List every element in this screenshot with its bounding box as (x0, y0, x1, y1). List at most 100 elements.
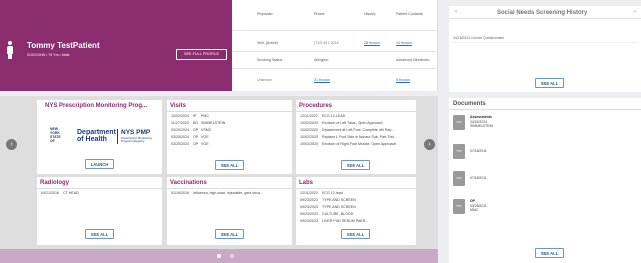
see-full-profile-button[interactable]: SEE FULL PROFILE (176, 49, 227, 60)
divider (232, 30, 438, 31)
radiology-tile: Radiology 04/21/2016 CT HEAD SEE ALL (37, 177, 162, 245)
document-icon[interactable]: TXT (453, 144, 465, 159)
history-link[interactable]: 28 Known (364, 41, 380, 45)
list-item[interactable]: 03/25/2024 OP VOE (171, 142, 209, 146)
row-date: 01/19/2016 (171, 191, 189, 195)
divider (296, 111, 416, 112)
document-item[interactable]: 07/18/2011 (470, 149, 487, 154)
carousel-dot-active[interactable] (217, 254, 221, 258)
row-date: 04/21/2016 (41, 191, 59, 195)
divider (167, 111, 292, 112)
chevron-left-icon[interactable]: ‹ (455, 9, 457, 15)
row-desc: SIMMELSTEIN (201, 121, 226, 125)
list-item[interactable]: 09/23/2023 TYPE AND SCREEN (300, 198, 356, 202)
row-date: 11/27/2023 (171, 121, 189, 125)
list-item[interactable]: 09/23/2023 LIVER FUD SERUM PAER... (300, 219, 368, 223)
row-date: 09/23/2023 (300, 198, 318, 202)
row-desc: VSMC (201, 128, 212, 132)
documents-see-all-button[interactable]: SEE ALL (535, 248, 564, 258)
document-line: 07/18/2011 (470, 149, 487, 153)
procedures-title: Procedures (299, 103, 333, 109)
smoking-status-label: Smoking Status: (257, 58, 284, 62)
document-line: SIMMELSTEIN (470, 124, 493, 129)
document-icon[interactable]: TXT (453, 199, 465, 214)
vaccinations-tile: Vaccinations 01/19/2016 Influenza, high d… (167, 177, 292, 245)
divider (232, 51, 438, 52)
vaccinations-see-all-button[interactable]: SEE ALL (215, 229, 244, 239)
row-desc: CULTURE, BLOOD (322, 212, 354, 216)
list-item[interactable]: 12/11/2022 ECG 12-LEAD (300, 114, 345, 118)
allergies-label: Allergies: (314, 58, 329, 62)
social-needs-see-all-button[interactable]: SEE ALL (535, 78, 564, 88)
row-code: BO (193, 121, 199, 125)
document-icon[interactable]: TXT (453, 115, 465, 130)
row-code: OP (193, 128, 199, 132)
row-date: 09/23/2023 (300, 219, 318, 223)
allergies-link[interactable]: 21 Known (314, 78, 330, 82)
document-item[interactable]: 07/18/2011 (470, 176, 487, 181)
advanced-directives-label: Advanced Directives: (396, 58, 430, 62)
smoking-status-value: Unknown (257, 78, 272, 82)
pmp-launch-button[interactable]: LAUNCH (85, 159, 114, 169)
phone-label: Phone: (314, 12, 326, 16)
divider (449, 109, 641, 110)
advanced-directives-link[interactable]: 5 Known (396, 78, 410, 82)
row-code: OP (193, 135, 199, 139)
row-desc: LIVER FUD SERUM PAER... (322, 219, 369, 223)
patient-banner: Tommy TestPatient 01/01/1945 • 79 Yrs • … (0, 0, 232, 91)
row-date: 12/11/2023 (300, 191, 318, 195)
patient-name: Tommy TestPatient (27, 41, 100, 50)
visits-tile: Visits 10/02/2024 IP PMC 11/27/2023 BO SIMMEL… (167, 100, 292, 174)
patient-contacts-link[interactable]: 10 Known (396, 41, 412, 45)
visits-see-all-button[interactable]: SEE ALL (215, 160, 244, 170)
documents-panel: Documents TXT Assessments 04/24/2024 SIMMEL… (449, 98, 641, 263)
patient-contacts-label: Patient Contacts: (396, 12, 424, 16)
row-date: 10/02/2020 (300, 121, 318, 125)
radiology-see-all-button[interactable]: SEE ALL (85, 229, 114, 239)
document-line: Assessments (470, 115, 492, 119)
row-date: 03/25/2024 (171, 135, 189, 139)
row-desc: VOE (201, 135, 209, 139)
visits-title: Visits (170, 103, 186, 109)
carousel-dot[interactable] (230, 254, 234, 258)
row-desc: ECG 12-lead (322, 191, 343, 195)
labs-see-all-button[interactable]: SEE ALL (341, 229, 370, 239)
list-item[interactable]: 10/02/2020 Detachment at Left Foot, Compl… (300, 128, 394, 132)
carousel-next-icon[interactable]: › (424, 139, 435, 150)
list-item[interactable]: 10/02/2020 Replace L Foot Skin w Nonaut S… (300, 135, 397, 139)
divider (37, 188, 162, 189)
row-code: OP (193, 142, 199, 146)
document-icon[interactable]: TXT (453, 171, 465, 186)
list-item[interactable]: 09/23/2023 TYPE AND SCREEN (300, 205, 356, 209)
list-item[interactable]: 03/25/2024 OP VOE (171, 135, 209, 139)
list-item[interactable]: 10/02/2020 Excision of Left Talus, Open A… (300, 121, 383, 125)
document-item[interactable]: OP 03/28/2011 MMC (470, 199, 487, 213)
row-date: 03/25/2024 (171, 142, 189, 146)
list-item[interactable]: 10/02/2020 Excision of Right Foot Muscle,… (300, 142, 396, 146)
document-item[interactable]: Assessments 04/24/2024 SIMMELSTEIN (470, 115, 493, 129)
row-date: 10/02/2020 (300, 135, 318, 139)
list-item[interactable]: 03/29/2024 OP VSMC (171, 128, 211, 132)
social-needs-panel: ‹ Social Needs Screening History › 04/18… (449, 6, 641, 92)
row-date: 10/02/2024 (171, 114, 189, 118)
row-code: IP (193, 114, 197, 118)
questionnaire-row[interactable]: 04/18/2024 Current Questionnaire (453, 36, 504, 40)
list-item[interactable]: 04/21/2016 CT HEAD (41, 191, 79, 195)
list-item[interactable]: 09/23/2023 CULTURE, BLOOD (300, 212, 353, 216)
row-desc: TYPE AND SCREEN (322, 205, 356, 209)
document-line: MMC (470, 208, 479, 213)
procedures-see-all-button[interactable]: SEE ALL (341, 160, 370, 170)
row-desc: PMC (201, 114, 209, 118)
list-item[interactable]: 10/02/2024 IP PMC (171, 114, 209, 118)
list-item[interactable]: 11/27/2023 BO SIMMELSTEIN (171, 121, 225, 125)
row-desc: Excision of Right Foot Muscle, Open Appr… (322, 142, 397, 146)
chevron-right-icon[interactable]: › (634, 9, 636, 15)
list-item[interactable]: 01/19/2016 Influenza, high dose, injectab… (171, 191, 263, 195)
divider (167, 188, 292, 189)
pmp-title: NYS Prescription Monitoring Prog... (45, 103, 148, 109)
nys-doh-logo: NEW YORK STATE OF Department of Health NY… (50, 127, 152, 144)
list-item[interactable]: 12/11/2023 ECG 12-lead (300, 191, 343, 195)
carousel-prev-icon[interactable]: ‹ (6, 139, 17, 150)
social-needs-header: ‹ Social Needs Screening History › (449, 6, 641, 19)
row-date: 09/23/2023 (300, 212, 318, 216)
